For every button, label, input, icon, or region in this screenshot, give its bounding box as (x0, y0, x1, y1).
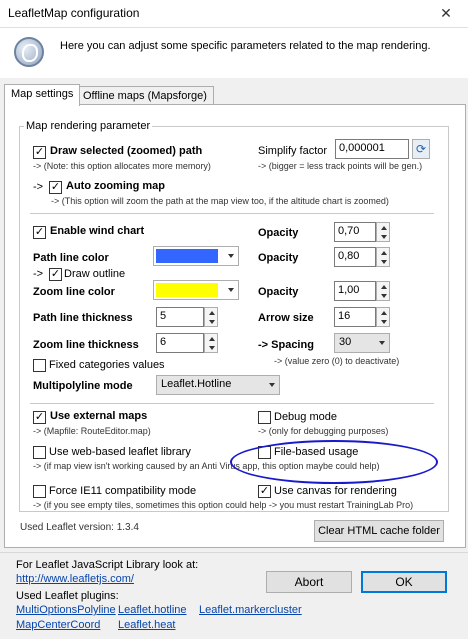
divider (30, 213, 434, 214)
draw-outline-arrow: -> (33, 268, 44, 280)
opacity-input-2[interactable]: 0,80 (334, 247, 376, 267)
opacity-label-1: Opacity (258, 227, 299, 239)
highlight-ellipse (230, 440, 438, 484)
arrow-size-spinner[interactable] (376, 307, 390, 327)
path-thickness-label: Path line thickness (33, 312, 133, 324)
web-leaflet-label: Use web-based leaflet library (49, 446, 191, 458)
path-color-label: Path line color (33, 252, 109, 264)
web-leaflet-checkbox[interactable] (33, 446, 46, 459)
external-maps-note: -> (Mapfile: RouteEditor.map) (33, 426, 151, 436)
canvas-checkbox[interactable]: ✓ (258, 485, 271, 498)
header-description: Here you can adjust some specific parame… (60, 40, 431, 52)
spacing-note: -> (value zero (0) to deactivate) (274, 356, 400, 366)
leaflet-site-link[interactable]: http://www.leafletjs.com/ (16, 573, 134, 585)
abort-button[interactable]: Abort (266, 571, 352, 593)
auto-zoom-label: Auto zooming map (66, 180, 165, 192)
tab-map-settings[interactable]: Map settings (4, 84, 81, 106)
globe-icon (14, 37, 44, 67)
external-maps-label: Use external maps (50, 410, 148, 422)
opacity-input-1[interactable]: 0,70 (334, 222, 376, 242)
draw-path-note: -> (Note: this option allocates more mem… (33, 161, 211, 171)
opacity-spinner-2[interactable] (376, 247, 390, 267)
debug-checkbox[interactable] (258, 411, 271, 424)
footer-info: For Leaflet JavaScript Library look at: (16, 559, 199, 571)
simplify-input[interactable]: 0,000001 (335, 139, 409, 159)
chevron-down-icon (228, 254, 234, 258)
chevron-down-icon (379, 341, 385, 345)
multipolyline-label: Multipolyline mode (33, 380, 133, 392)
simplify-note: -> (bigger = less track points will be g… (258, 161, 423, 171)
auto-zoom-note: -> (This option will zoom the path at th… (51, 196, 389, 206)
wind-chart-label: Enable wind chart (50, 225, 145, 237)
tab-offline-maps[interactable]: Offline maps (Mapsforge) (76, 86, 214, 106)
plugin-link-hotline[interactable]: Leaflet.hotline (118, 604, 187, 616)
wind-chart-checkbox[interactable]: ✓ (33, 226, 46, 239)
ie11-note: -> (if you see empty tiles, sometimes th… (33, 500, 414, 510)
simplify-label: Simplify factor (258, 145, 328, 157)
opacity-label-3: Opacity (258, 286, 299, 298)
ok-button[interactable]: OK (361, 571, 447, 593)
window-title: LeafletMap configuration (8, 6, 140, 20)
zoom-thickness-spinner[interactable] (204, 333, 218, 353)
zoom-color-label: Zoom line color (33, 286, 115, 298)
plugin-link-markercluster[interactable]: Leaflet.markercluster (199, 604, 302, 616)
spacing-select[interactable]: 30 (334, 333, 390, 353)
debug-note: -> (only for debugging purposes) (258, 426, 389, 436)
chevron-down-icon (269, 383, 275, 387)
zoom-thickness-label: Zoom line thickness (33, 339, 139, 351)
close-button[interactable]: ✕ (428, 2, 464, 24)
fixed-categories-checkbox[interactable] (33, 359, 46, 372)
arrow-size-input[interactable]: 16 (334, 307, 376, 327)
auto-zoom-checkbox[interactable]: ✓ (49, 181, 62, 194)
spacing-value: 30 (339, 336, 352, 348)
plugin-link-heat[interactable]: Leaflet.heat (118, 619, 176, 631)
chevron-down-icon (228, 288, 234, 292)
path-color-picker[interactable] (153, 246, 239, 266)
fixed-categories-label: Fixed categories values (49, 359, 165, 371)
auto-zoom-arrow: -> (33, 181, 44, 193)
external-maps-checkbox[interactable]: ✓ (33, 411, 46, 424)
clear-cache-button[interactable]: Clear HTML cache folder (314, 520, 444, 542)
opacity-label-2: Opacity (258, 252, 299, 264)
debug-label: Debug mode (274, 411, 337, 423)
opacity-input-3[interactable]: 1,00 (334, 281, 376, 301)
path-thickness-input[interactable]: 5 (156, 307, 204, 327)
multipolyline-select[interactable]: Leaflet.Hotline (156, 375, 280, 395)
draw-outline-label: Draw outline (64, 268, 126, 280)
zoom-color-swatch (156, 283, 218, 297)
path-thickness-spinner[interactable] (204, 307, 218, 327)
canvas-label: Use canvas for rendering (274, 485, 397, 497)
arrow-size-label: Arrow size (258, 312, 314, 324)
plugins-label: Used Leaflet plugins: (16, 590, 119, 602)
zoom-color-picker[interactable] (153, 280, 239, 300)
multipolyline-value: Leaflet.Hotline (161, 378, 232, 390)
divider (30, 403, 434, 404)
plugin-link-multioptionspolyline[interactable]: MultiOptionsPolyline (16, 604, 116, 616)
zoom-thickness-input[interactable]: 6 (156, 333, 204, 353)
draw-path-label: Draw selected (zoomed) path (50, 145, 203, 157)
draw-outline-checkbox[interactable]: ✓ (49, 268, 62, 281)
divider (0, 552, 468, 553)
opacity-spinner-1[interactable] (376, 222, 390, 242)
ie11-checkbox[interactable] (33, 485, 46, 498)
header-area (0, 28, 468, 78)
opacity-spinner-3[interactable] (376, 281, 390, 301)
spacing-label: -> Spacing (258, 339, 314, 351)
draw-path-checkbox[interactable]: ✓ (33, 146, 46, 159)
leaflet-version: Used Leaflet version: 1.3.4 (20, 522, 139, 533)
group-title: Map rendering parameter (24, 120, 153, 132)
ie11-label: Force IE11 compatibility mode (49, 485, 197, 497)
refresh-icon[interactable]: ⟳ (412, 139, 430, 159)
plugin-link-mapcentercoord[interactable]: MapCenterCoord (16, 619, 100, 631)
path-color-swatch (156, 249, 218, 263)
